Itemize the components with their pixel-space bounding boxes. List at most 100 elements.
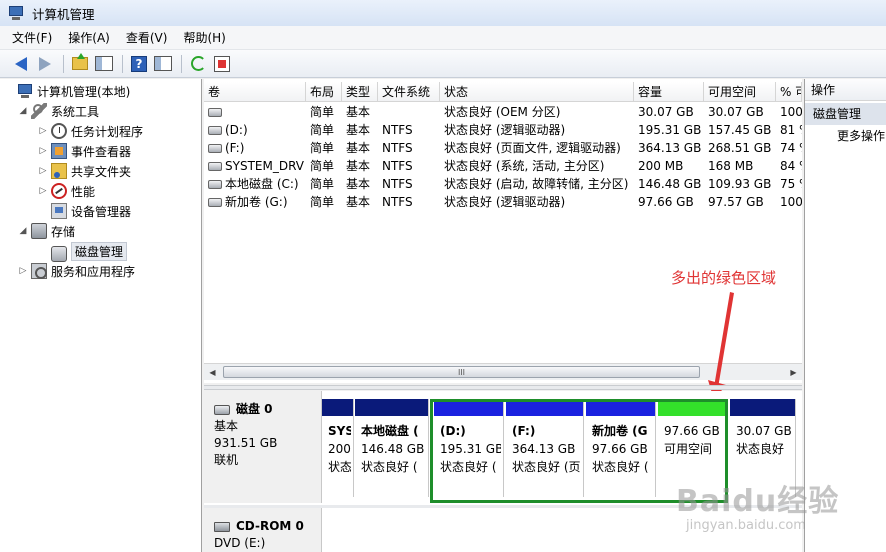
column-type[interactable]: 类型 [342,82,378,102]
capacity-cell: 146.48 GB [638,177,702,191]
table-row[interactable]: (F:) 简单 基本 NTFS 状态良好 (页面文件, 逻辑驱动器) 364.1… [204,139,802,157]
show-hide-tree-button[interactable] [93,53,115,75]
forward-icon [39,56,51,71]
table-row[interactable]: 新加卷 (G:) 简单 基本 NTFS 状态良好 (逻辑驱动器) 97.66 G… [204,193,802,211]
tree-item-computer-management[interactable]: 计算机管理(本地) [4,81,130,101]
expand-icon[interactable]: ▷ [18,266,28,276]
more-actions-link[interactable]: 更多操作 [805,125,886,147]
partition-d[interactable]: (D:) 195.31 GB 状态良好 ( [434,399,504,497]
partition-bar [658,399,725,416]
table-row[interactable]: 本地磁盘 (C:) 简单 基本 NTFS 状态良好 (启动, 故障转储, 主分区… [204,175,802,193]
status-cell: 状态良好 (系统, 活动, 主分区) [444,159,605,173]
partition-free-space[interactable]: 97.66 GB 可用空间 [658,399,726,497]
free-space-cell: 97.57 GB [708,195,764,209]
layout-cell: 简单 [310,177,335,191]
expand-icon[interactable]: ▷ [38,166,48,176]
tree-item-shared-folders[interactable]: ▷ 共享文件夹 [38,161,131,181]
table-row[interactable]: 简单 基本 状态良好 (OEM 分区) 30.07 GB 30.07 GB 10… [204,103,802,121]
actions-section-disk-management[interactable]: 磁盘管理 [805,103,886,125]
column-filesystem[interactable]: 文件系统 [378,82,440,102]
column-status[interactable]: 状态 [440,82,634,102]
show-action-pane-button[interactable] [152,53,174,75]
percent-free-cell: 74 % [780,141,802,155]
percent-free-cell: 75 % [780,177,802,191]
title-bar: 计算机管理 [0,0,886,26]
scroll-thumb[interactable]: III [223,366,700,378]
disk-0-info[interactable]: 磁盘 0 基本 931.51 GB 联机 [204,391,322,503]
refresh-button[interactable] [187,53,209,75]
percent-free-cell: 84 % [780,159,802,173]
column-layout[interactable]: 布局 [306,82,342,102]
status-cell: 状态良好 (页面文件, 逻辑驱动器) [444,141,621,155]
toolbar: ? [0,50,886,78]
cdrom-0-info[interactable]: CD-ROM 0 DVD (E:) [204,508,322,552]
properties-icon [214,55,230,72]
disk-name: CD-ROM 0 [236,519,304,533]
properties-button[interactable] [211,53,233,75]
partition-bar [586,399,655,416]
tree-item-task-scheduler[interactable]: ▷ 任务计划程序 [38,121,143,141]
column-volume[interactable]: 卷 [204,82,306,102]
toolbar-separator [181,54,182,73]
tree-item-storage[interactable]: ◢ 存储 [18,221,75,241]
column-percent-free[interactable]: % 可 [776,82,802,102]
help-button[interactable]: ? [128,53,150,75]
tree-label: 设备管理器 [71,204,132,219]
volume-cell [204,103,306,121]
partition-f[interactable]: (F:) 364.13 GB 状态良好 (页 [506,399,584,497]
menu-file[interactable]: 文件(F) [12,29,52,46]
layout-cell: 简单 [310,123,335,137]
computer-icon [17,83,33,99]
tree-item-performance[interactable]: ▷ 性能 [38,181,95,201]
back-button[interactable] [10,53,32,75]
table-row[interactable]: SYSTEM_DRV 简单 基本 NTFS 状态良好 (系统, 活动, 主分区)… [204,157,802,175]
tree-item-disk-management[interactable]: 磁盘管理 [38,241,128,262]
tree-label: 系统工具 [51,104,100,119]
volume-icon [208,180,222,189]
column-free-space[interactable]: 可用空间 [704,82,776,102]
partition-system-drv[interactable]: SYS 200 状态 [322,399,354,497]
percent-free-cell: 81 % [780,123,802,137]
free-space-cell: 268.51 GB [708,141,772,155]
forward-button[interactable] [34,53,56,75]
menu-bar: 文件(F) 操作(A) 查看(V) 帮助(H) [0,26,886,50]
cd-drive-icon [214,521,230,532]
type-cell: 基本 [346,159,371,173]
scroll-left-icon[interactable]: ◀ [204,364,221,380]
column-capacity[interactable]: 容量 [634,82,704,102]
expand-icon[interactable]: ▷ [38,186,48,196]
volume-icon [208,108,222,117]
partition-bar [434,399,503,416]
scroll-right-icon[interactable]: ▶ [785,364,802,380]
expand-icon[interactable]: ▷ [38,126,48,136]
tree-label: 共享文件夹 [71,164,132,179]
volume-cell: (F:) [204,139,306,157]
volume-list-header: 卷 布局 类型 文件系统 状态 容量 可用空间 % 可 [204,82,802,102]
disk-type: 基本 [214,419,239,433]
menu-action[interactable]: 操作(A) [68,29,110,46]
collapse-icon[interactable]: ◢ [18,226,28,236]
volume-icon [208,144,222,153]
device-manager-icon [51,203,67,219]
pane-splitter[interactable] [204,385,802,390]
menu-help[interactable]: 帮助(H) [183,29,225,46]
tree-label: 事件查看器 [71,144,132,159]
collapse-icon[interactable]: ◢ [18,106,28,116]
up-one-level-button[interactable] [69,53,91,75]
filesystem-cell: NTFS [382,195,413,209]
tree-item-services-and-applications[interactable]: ▷ 服务和应用程序 [18,261,135,281]
partition-oem[interactable]: 30.07 GB 状态良好 [730,399,796,497]
tree-item-device-manager[interactable]: 设备管理器 [38,201,131,221]
tree-item-system-tools[interactable]: ◢ 系统工具 [18,101,99,121]
tree-label: 性能 [71,184,96,199]
partition-c[interactable]: 本地磁盘 (146.48 GB 状态良好 ( [355,399,429,497]
expand-icon[interactable]: ▷ [38,146,48,156]
toolbar-separator [122,54,123,73]
menu-view[interactable]: 查看(V) [126,29,168,46]
free-space-cell: 30.07 GB [708,105,764,119]
type-cell: 基本 [346,177,371,191]
show-action-pane-icon [154,56,172,71]
table-row[interactable]: (D:) 简单 基本 NTFS 状态良好 (逻辑驱动器) 195.31 GB 1… [204,121,802,139]
partition-g[interactable]: 新加卷 (G 97.66 GB 状态良好 ( [586,399,656,497]
tree-item-event-viewer[interactable]: ▷ 事件查看器 [38,141,131,161]
